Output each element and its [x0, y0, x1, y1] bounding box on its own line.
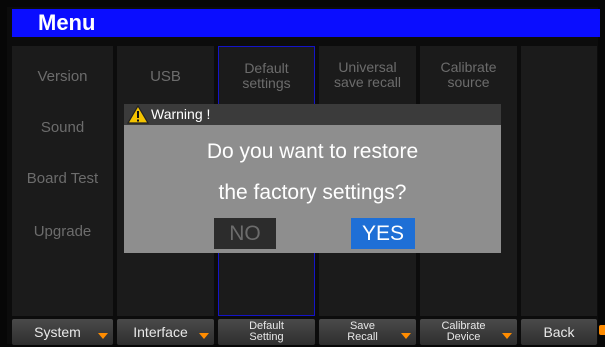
menu-item-upgrade[interactable]: Upgrade [12, 223, 113, 240]
softkey-back[interactable]: Back [521, 319, 597, 345]
chevron-down-icon [401, 333, 411, 339]
menu-item-sound[interactable]: Sound [12, 119, 113, 136]
softkey-interface[interactable]: Interface [117, 319, 214, 345]
dialog-message-line-1: Do you want to restore [206, 140, 419, 163]
softkey-default-setting-label: Default Setting [249, 320, 284, 343]
tab-calibrate-source-label: Calibrate source [440, 59, 497, 90]
softkey-calibrate-device-label: Calibrate Device [441, 320, 486, 343]
empty-column [521, 46, 597, 316]
softkey-interface-label: Interface [133, 324, 188, 340]
yes-button[interactable]: YES [351, 218, 415, 249]
dialog-header-text: Warning ! [151, 106, 211, 122]
tab-usb-label: USB [150, 68, 181, 85]
softkey-system-label: System [34, 324, 81, 340]
softkey-system[interactable]: System [12, 319, 113, 345]
tab-default-settings-label: Default settings [242, 60, 291, 91]
softkey-calibrate-device[interactable]: Calibrate Device [420, 319, 517, 345]
softkey-back-label: Back [543, 324, 575, 340]
chevron-down-icon [199, 333, 209, 339]
no-button[interactable]: NO [214, 218, 276, 249]
left-menu-column: Version Sound Board Test Upgrade [12, 46, 113, 316]
softkey-save-recall[interactable]: Save Recall [319, 319, 416, 345]
tab-universal-save-recall-label: Universal save recall [334, 59, 401, 90]
side-indicator [599, 325, 605, 335]
menu-item-board-test[interactable]: Board Test [12, 170, 113, 187]
menu-item-version[interactable]: Version [12, 68, 113, 85]
softkey-save-recall-label: Save Recall [347, 320, 378, 343]
page-title: Menu [38, 10, 96, 35]
title-bar: Menu [12, 9, 600, 37]
dialog-header: Warning ! [124, 104, 501, 125]
softkey-default-setting[interactable]: Default Setting [218, 319, 315, 345]
warning-dialog: Warning ! Do you want to restore the fac… [124, 104, 501, 253]
dialog-message-line-2: the factory settings? [218, 181, 407, 204]
chevron-down-icon [502, 333, 512, 339]
warning-triangle-icon [127, 105, 149, 124]
chevron-down-icon [98, 333, 108, 339]
